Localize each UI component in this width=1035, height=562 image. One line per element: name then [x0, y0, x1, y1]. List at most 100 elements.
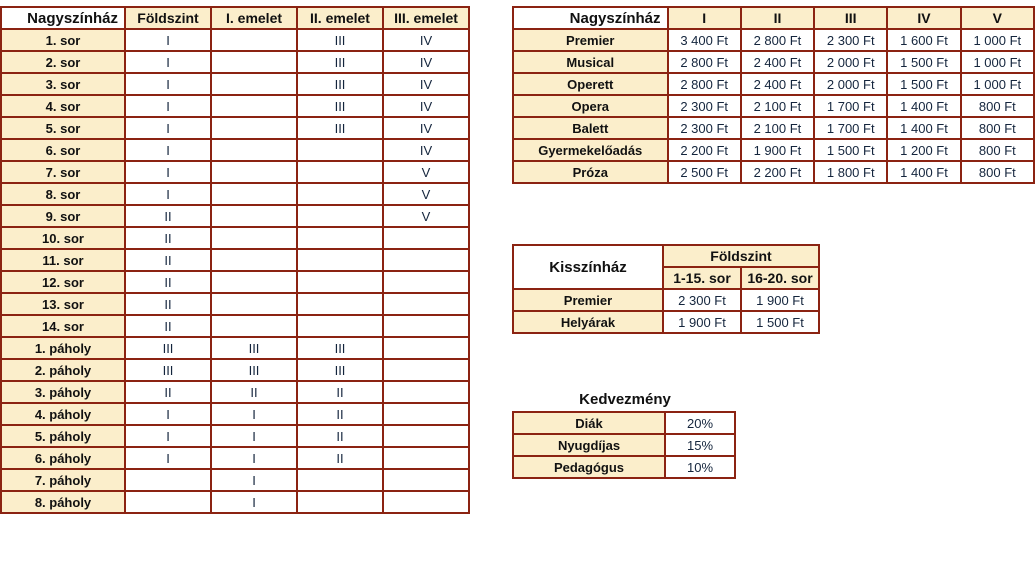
row-label: Pedagógus — [514, 457, 664, 477]
price-cell: 1 400 Ft — [888, 162, 960, 182]
small-table-body: Premier 2 300 Ft 1 900 Ft Helyárak 1 900… — [514, 290, 818, 332]
row-label: 2. páholy — [2, 360, 124, 380]
column-header: III — [815, 8, 887, 28]
price-cell: 2 100 Ft — [741, 96, 814, 116]
price-cell: 1 200 Ft — [888, 140, 960, 160]
table-row: Opera 2 300 Ft 2 100 Ft 1 700 Ft 1 400 F… — [514, 96, 1033, 116]
price-cell: 1 600 Ft — [888, 30, 960, 50]
table-header-row: Nagyszínház I II III IV V — [514, 8, 1033, 28]
table-row: 11. sor II — [2, 250, 468, 270]
price-cell: 1 700 Ft — [815, 118, 887, 138]
row-label: 12. sor — [2, 272, 124, 292]
cell: II — [298, 426, 382, 446]
price-cell: 800 Ft — [961, 162, 1033, 182]
cell: I — [126, 118, 210, 138]
table-row: Premier 2 300 Ft 1 900 Ft — [514, 290, 818, 310]
cell — [384, 492, 468, 512]
column-header: III. emelet — [384, 8, 468, 28]
cell: IV — [384, 118, 468, 138]
table-row: Helyárak 1 900 Ft 1 500 Ft — [514, 312, 818, 332]
seat-table-title: Nagyszínház — [2, 8, 124, 28]
cell — [384, 294, 468, 314]
cell: III — [212, 338, 296, 358]
cell — [212, 250, 296, 270]
cell — [298, 470, 382, 490]
row-label: 4. sor — [2, 96, 124, 116]
cell: I — [126, 96, 210, 116]
cell: II — [126, 294, 210, 314]
price-cell: 2 300 Ft — [815, 30, 887, 50]
table-row: 5. páholy I I II — [2, 426, 468, 446]
cell: I — [212, 448, 296, 468]
cell: I — [212, 426, 296, 446]
cell — [384, 470, 468, 490]
discount-table: Diák 20% Nyugdíjas 15% Pedagógus 10% — [512, 411, 736, 479]
cell: II — [126, 272, 210, 292]
row-label: 5. páholy — [2, 426, 124, 446]
price-cell: 2 800 Ft — [668, 52, 740, 72]
cell: I — [212, 492, 296, 512]
row-label: 7. sor — [2, 162, 124, 182]
table-row: 3. sor I III IV — [2, 74, 468, 94]
price-cell: 800 Ft — [961, 96, 1033, 116]
cell — [298, 228, 382, 248]
cell — [384, 360, 468, 380]
cell — [384, 448, 468, 468]
row-label: 6. sor — [2, 140, 124, 160]
cell: III — [126, 338, 210, 358]
cell: III — [212, 360, 296, 380]
cell — [384, 338, 468, 358]
cell — [384, 426, 468, 446]
discount-value: 15% — [666, 435, 734, 455]
cell: I — [126, 404, 210, 424]
price-cell: 2 100 Ft — [741, 118, 814, 138]
table-row: Nyugdíjas 15% — [514, 435, 734, 455]
column-header: V — [961, 8, 1033, 28]
cell: I — [126, 162, 210, 182]
cell: III — [298, 118, 382, 138]
price-cell: 1 900 Ft — [664, 312, 740, 332]
price-cell: 2 400 Ft — [741, 74, 814, 94]
cell — [298, 162, 382, 182]
price-cell: 1 000 Ft — [961, 30, 1033, 50]
table-row: Balett 2 300 Ft 2 100 Ft 1 700 Ft 1 400 … — [514, 118, 1033, 138]
cell: V — [384, 162, 468, 182]
cell: I — [212, 470, 296, 490]
row-label: Opera — [514, 96, 667, 116]
cell — [384, 404, 468, 424]
row-label: 5. sor — [2, 118, 124, 138]
row-label: 7. páholy — [2, 470, 124, 490]
table-row: 7. sor I V — [2, 162, 468, 182]
cell — [298, 316, 382, 336]
row-label: Musical — [514, 52, 667, 72]
cell: II — [298, 382, 382, 402]
cell — [126, 470, 210, 490]
cell — [212, 118, 296, 138]
cell: I — [126, 448, 210, 468]
table-row: 4. sor I III IV — [2, 96, 468, 116]
price-table-body: Premier 3 400 Ft 2 800 Ft 2 300 Ft 1 600… — [514, 30, 1033, 182]
cell — [384, 250, 468, 270]
price-cell: 2 300 Ft — [668, 118, 740, 138]
cell — [384, 228, 468, 248]
table-row: 14. sor II — [2, 316, 468, 336]
cell: III — [298, 360, 382, 380]
cell — [212, 206, 296, 226]
table-row: 6. páholy I I II — [2, 448, 468, 468]
discount-table-title: Kedvezmény — [579, 391, 671, 408]
row-label: 13. sor — [2, 294, 124, 314]
table-row: 13. sor II — [2, 294, 468, 314]
price-cell: 2 300 Ft — [668, 96, 740, 116]
cell: III — [298, 74, 382, 94]
cell: II — [126, 382, 210, 402]
cell — [384, 382, 468, 402]
cell — [298, 492, 382, 512]
table-row: Diák 20% — [514, 413, 734, 433]
price-cell: 2 400 Ft — [741, 52, 814, 72]
seat-table-body: 1. sor I III IV 2. sor I III IV 3. sor I… — [2, 30, 468, 512]
column-header: II. emelet — [298, 8, 382, 28]
row-label: 10. sor — [2, 228, 124, 248]
price-cell: 800 Ft — [961, 118, 1033, 138]
cell — [212, 272, 296, 292]
row-label: 3. sor — [2, 74, 124, 94]
